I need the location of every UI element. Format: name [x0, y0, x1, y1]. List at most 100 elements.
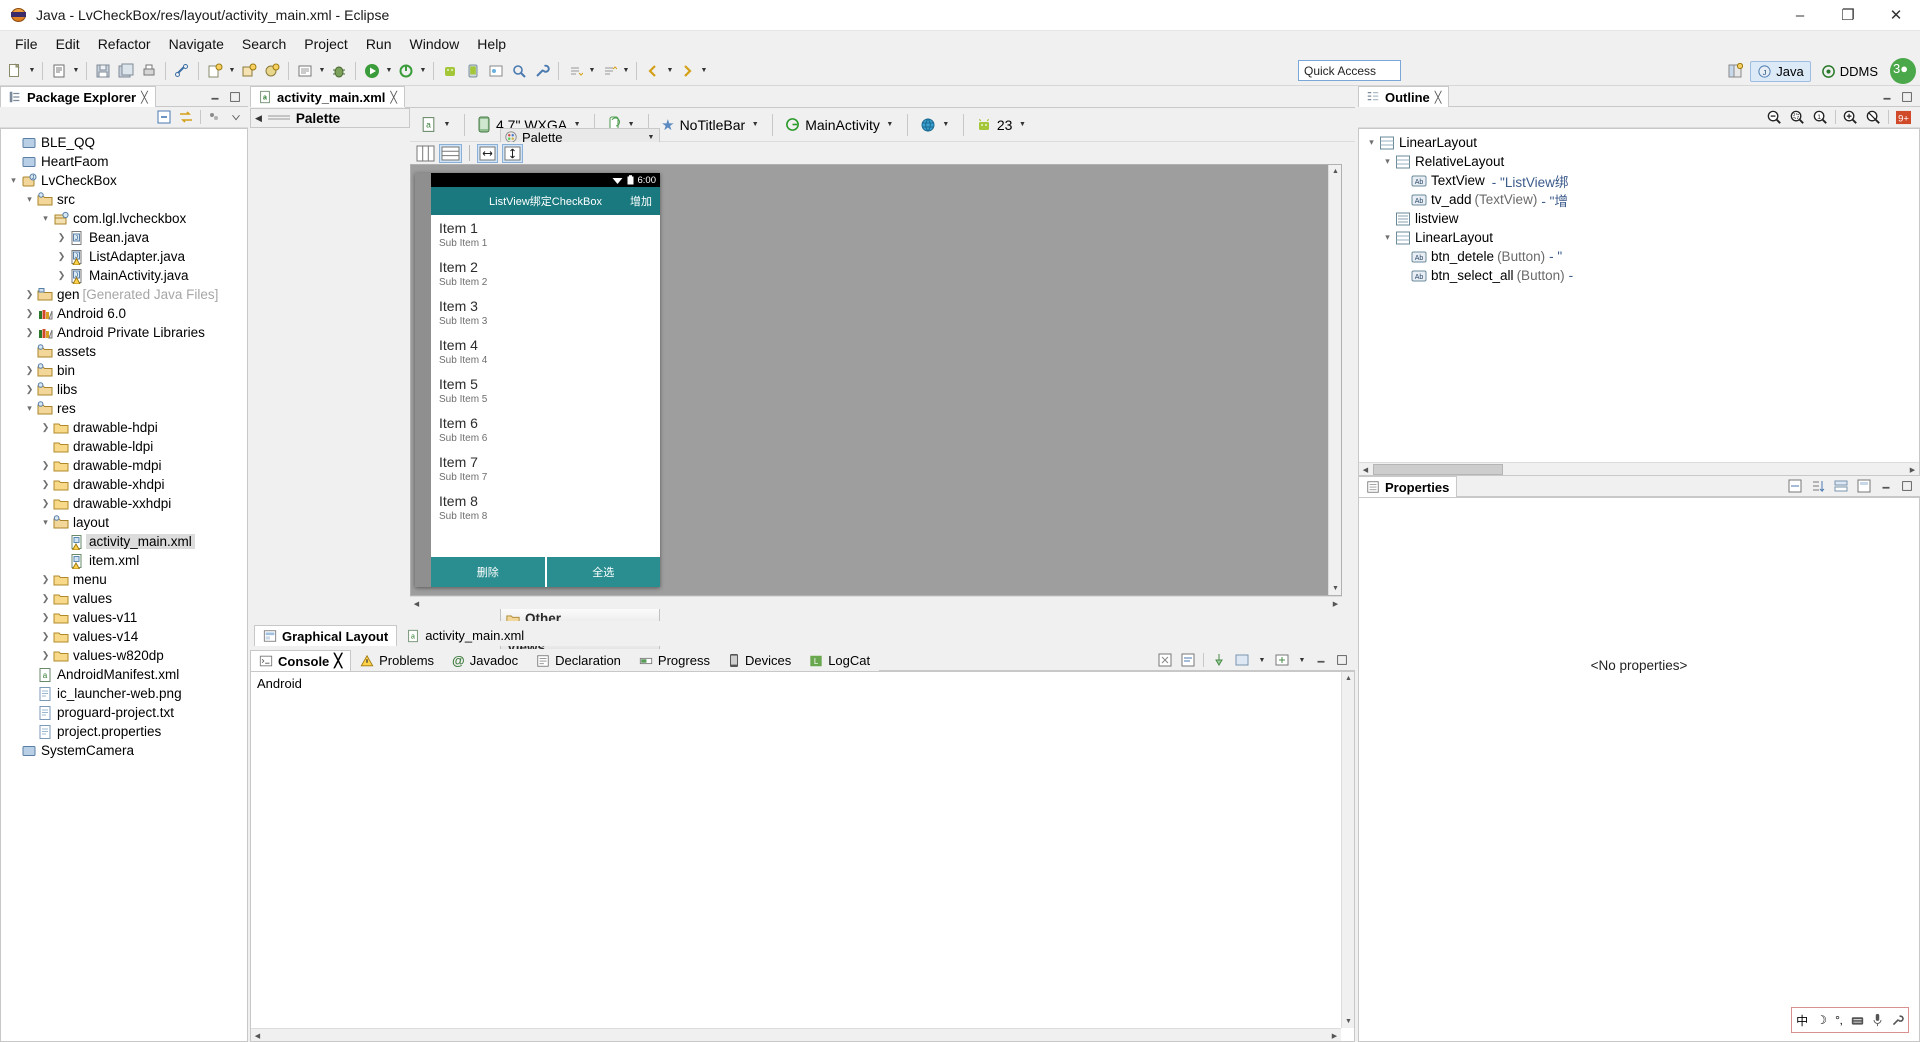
list-item[interactable]: Item 7 Sub Item 7 [431, 449, 660, 488]
tree-item[interactable]: BLE_QQ [1, 133, 247, 152]
chevron-right-icon[interactable]: ❯ [39, 612, 52, 623]
package-explorer-tree[interactable]: BLE_QQ HeartFaom ▾ J LvCheckBox ▾ src ▾ com.lgl.… [1, 129, 247, 760]
ime-mic-icon[interactable] [1872, 1013, 1883, 1027]
zoom-out-icon[interactable] [1766, 109, 1783, 126]
android-sdk-manager-icon[interactable] [439, 60, 461, 82]
tree-item[interactable]: ❯ gen [Generated Java Files] [1, 285, 247, 304]
tab-activity-main-xml[interactable]: a activity_main.xml ╳ [250, 86, 406, 107]
new-java-caret[interactable]: ▼ [227, 67, 237, 74]
ime-settings-icon[interactable] [1891, 1014, 1904, 1027]
view-menu-icon[interactable] [207, 109, 223, 125]
scroll-right-arrow[interactable]: ▶ [1329, 597, 1342, 610]
console-vscrollbar[interactable]: ▲ ▼ [1341, 672, 1354, 1028]
tree-item[interactable]: ❯ J ListAdapter.java [1, 247, 247, 266]
tab-logcat[interactable]: L LogCat [800, 650, 879, 671]
tree-item[interactable]: ❯ bin [1, 361, 247, 380]
activity-selector[interactable]: MainActivity ▼ [781, 115, 899, 135]
new-class-icon[interactable] [261, 60, 283, 82]
outline-item[interactable]: Ab tv_add (TextView) - "增 [1359, 190, 1919, 209]
outline-tree[interactable]: ▾ LinearLayout ▾ RelativeLayout Ab TextView - … [1359, 129, 1919, 285]
maximize-view-icon[interactable] [1900, 479, 1914, 493]
terminate-icon[interactable] [1157, 652, 1173, 668]
chevron-down-icon[interactable]: ▼ [1017, 121, 1027, 128]
app-bar-action[interactable]: 增加 [630, 193, 652, 209]
chevron-down-icon[interactable] [229, 110, 243, 124]
build-icon[interactable] [294, 60, 316, 82]
button-select-all[interactable]: 全选 [546, 557, 660, 587]
chevron-right-icon[interactable]: ❯ [39, 422, 52, 433]
chevron-right-icon[interactable]: ❯ [39, 650, 52, 661]
tree-item[interactable]: ❯ Android Private Libraries [1, 323, 247, 342]
minimize-button[interactable]: – [1776, 0, 1824, 31]
perspective-java[interactable]: J Java [1750, 60, 1811, 82]
api-level-selector[interactable]: 23 ▼ [972, 115, 1032, 135]
list-item[interactable]: Item 8 Sub Item 8 [431, 488, 660, 527]
new-dropdown-caret[interactable]: ▼ [27, 67, 37, 74]
chevron-right-icon[interactable]: ❯ [55, 270, 68, 281]
chevron-down-icon[interactable]: ▾ [7, 175, 20, 186]
chevron-down-icon[interactable]: ▼ [442, 121, 452, 128]
quick-access-input[interactable]: Quick Access [1298, 60, 1401, 81]
scroll-right-arrow[interactable]: ▶ [1906, 463, 1919, 475]
list-item[interactable]: Item 3 Sub Item 3 [431, 293, 660, 332]
forward-caret[interactable]: ▼ [699, 67, 709, 74]
chevron-down-icon[interactable]: ▼ [941, 121, 951, 128]
tab-javadoc[interactable]: @ Javadoc [443, 650, 527, 671]
list-item[interactable]: Item 5 Sub Item 5 [431, 371, 660, 410]
minimize-view-icon[interactable] [1879, 479, 1893, 493]
chevron-down-icon[interactable]: ▾ [39, 517, 52, 528]
group-by-category-icon[interactable] [1833, 478, 1849, 494]
theme-selector[interactable]: ★ NoTitleBar ▼ [657, 114, 764, 136]
display-console-icon[interactable] [1234, 652, 1250, 668]
tree-item[interactable]: ❯ drawable-hdpi [1, 418, 247, 437]
tree-item[interactable]: ❯ menu [1, 570, 247, 589]
android-listview[interactable]: Item 1 Sub Item 1 Item 2 Sub Item 2 Item 3 Su… [431, 215, 660, 557]
chevron-down-icon[interactable]: ▾ [39, 213, 52, 224]
new-package-icon[interactable] [238, 60, 260, 82]
sort-alpha-icon[interactable] [1810, 478, 1826, 494]
chevron-down-icon[interactable]: ▼ [626, 121, 636, 128]
match-width-icon[interactable] [477, 143, 498, 163]
distribute-columns-icon[interactable] [416, 145, 435, 162]
close-icon[interactable]: ╳ [334, 653, 342, 669]
tab-console[interactable]: Console ╳ [250, 650, 352, 671]
prev-annotation-icon[interactable] [598, 60, 620, 82]
chevron-right-icon[interactable]: ❯ [23, 289, 36, 300]
zoom-fit-icon[interactable] [1789, 109, 1806, 126]
chevron-down-icon[interactable]: ▼ [646, 134, 656, 141]
outline-item[interactable]: listview [1359, 209, 1919, 228]
ime-status-bar[interactable]: 中 ☽ °‚ [1791, 1007, 1909, 1033]
device-preview[interactable]: 6:00 ListView绑定CheckBox 增加 Item 1 Sub Ite… [415, 173, 660, 587]
tree-item[interactable]: ❯ J MainActivity.java [1, 266, 247, 285]
chevron-down-icon[interactable]: ▾ [1365, 137, 1378, 148]
open-perspective-icon[interactable] [1724, 60, 1746, 82]
minimize-view-icon[interactable] [208, 90, 222, 104]
tree-item[interactable]: ic_launcher-web.png [1, 684, 247, 703]
run-icon[interactable] [361, 60, 383, 82]
scroll-left-arrow[interactable]: ◀ [410, 597, 423, 610]
device-screen[interactable]: 6:00 ListView绑定CheckBox 增加 Item 1 Sub Ite… [431, 173, 660, 587]
canvas-vscrollbar[interactable]: ▲ ▼ [1328, 165, 1341, 595]
menu-item-help[interactable]: Help [468, 33, 515, 55]
tab-problems[interactable]: Problems [351, 650, 443, 671]
outline-scroll-thumb[interactable] [1373, 464, 1503, 475]
chevron-down-icon[interactable]: ▼ [750, 121, 760, 128]
outline-item[interactable]: ▾ RelativeLayout [1359, 152, 1919, 171]
zoom-reset-icon[interactable] [1865, 109, 1882, 126]
menu-item-project[interactable]: Project [295, 33, 357, 55]
scroll-right-arrow[interactable]: ▶ [1328, 1029, 1341, 1041]
tree-item[interactable]: ❯ J Bean.java [1, 228, 247, 247]
scroll-up-arrow[interactable]: ▲ [1329, 165, 1341, 178]
chevron-down-icon[interactable]: ▼ [572, 121, 582, 128]
chevron-right-icon[interactable]: ❯ [23, 308, 36, 319]
tree-item[interactable]: ❯ values-v14 [1, 627, 247, 646]
show-advanced-icon[interactable] [1787, 478, 1803, 494]
new-wizard-icon[interactable] [48, 60, 70, 82]
back-icon[interactable] [642, 60, 664, 82]
locale-selector[interactable]: ▼ [916, 115, 955, 135]
chevron-down-icon[interactable]: ▾ [23, 403, 36, 414]
chevron-down-icon[interactable]: ▼ [1297, 657, 1307, 664]
tab-progress[interactable]: Progress [630, 650, 719, 671]
tab-outline[interactable]: Outline ╳ [1358, 86, 1450, 107]
next-annotation-icon[interactable] [564, 60, 586, 82]
